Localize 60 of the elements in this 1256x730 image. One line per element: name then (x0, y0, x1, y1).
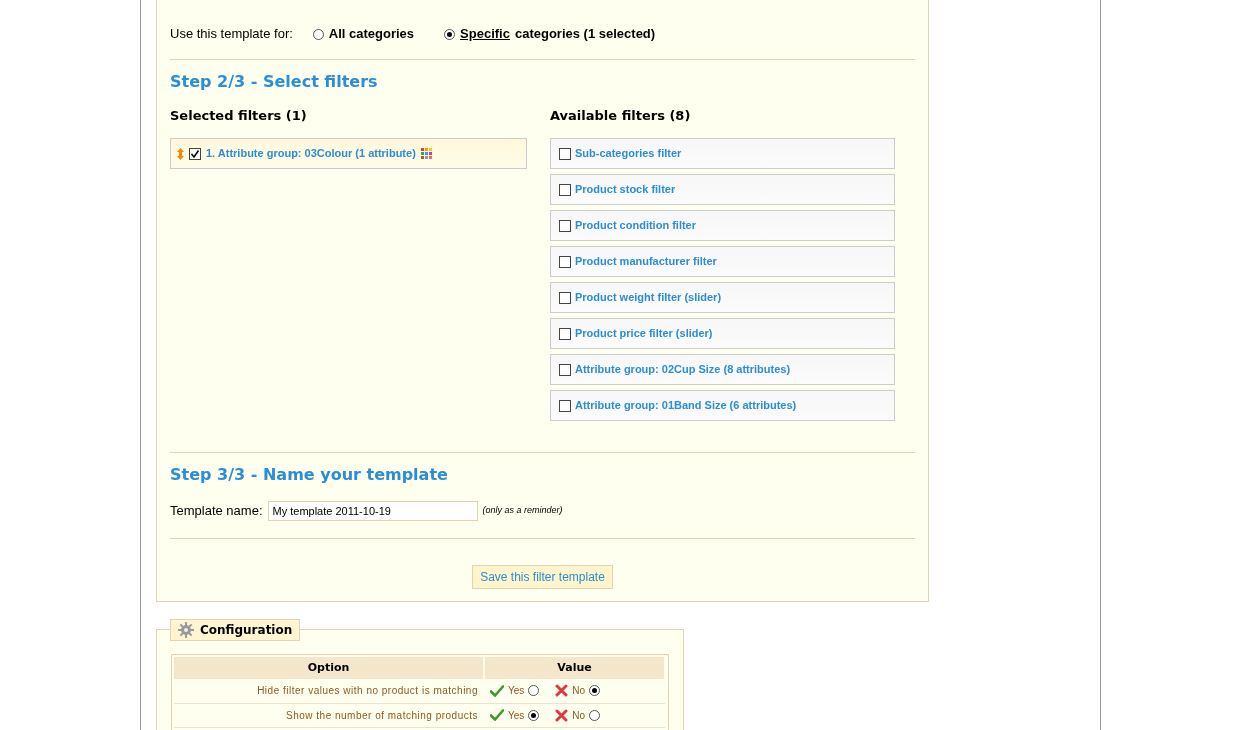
checkbox[interactable] (559, 183, 571, 196)
checkbox[interactable] (559, 219, 571, 232)
field-label: Use this template for: (170, 25, 293, 44)
checkbox[interactable] (559, 147, 571, 160)
filter-item[interactable]: Product condition filter (550, 210, 895, 241)
cross-icon (555, 708, 569, 722)
template-name-field[interactable]: My template 2011-10-19 (267, 501, 478, 521)
save-button[interactable]: Save this filter template (472, 565, 613, 589)
filter-item[interactable]: Product stock filter (550, 174, 895, 205)
filter-item[interactable]: Attribute group: 01Band Size (6 attributes) (550, 390, 895, 421)
checkbox[interactable] (559, 327, 571, 340)
option-label: categories (1 selected) (514, 25, 656, 44)
checkbox[interactable] (559, 363, 571, 376)
choice-label: Yes (508, 684, 525, 699)
gear-icon (178, 622, 194, 638)
radio-button[interactable] (528, 685, 540, 697)
filter-item[interactable]: Sub-categories filter (550, 138, 895, 169)
option-label: All categories (328, 25, 415, 44)
filter-label: Attribute group: 02Cup Size (8 attributes) (575, 362, 791, 378)
option-cell: Show the number of matching products (174, 703, 484, 727)
choice-label: Yes (508, 708, 525, 723)
filter-item[interactable]: Product price filter (slider) (550, 318, 895, 349)
filter-item[interactable]: 1. Attribute group: 03Colour (1 attribute) (170, 138, 527, 169)
filter-label: Product condition filter (575, 218, 696, 234)
choice-label: No (572, 708, 586, 723)
filter-label: Attribute group: 01Band Size (6 attributes) (575, 398, 797, 414)
option-cell: Hide filter values with no product is matching (174, 679, 484, 703)
checkbox[interactable] (559, 291, 571, 304)
filter-item[interactable]: Product manufacturer filter (550, 246, 895, 277)
radio-button[interactable] (589, 685, 601, 697)
filter-label: Sub-categories filter (575, 146, 682, 162)
radio-button[interactable] (444, 28, 456, 40)
check-icon (490, 684, 504, 697)
radio-button[interactable] (589, 709, 601, 721)
color-grid-icon (420, 148, 432, 159)
column-heading: Selected filters (1) (170, 108, 308, 124)
column-heading: Available filters (8) (550, 108, 692, 124)
check-icon (490, 709, 504, 721)
checkbox[interactable] (559, 255, 571, 268)
section-heading: Step 2/3 - Select filters (170, 72, 379, 92)
filter-label: Product price filter (slider) (575, 326, 713, 342)
option-label: Specific (460, 25, 510, 44)
radio-button[interactable] (312, 28, 324, 40)
filter-label: Product weight filter (slider) (575, 290, 722, 306)
choice-label: No (572, 684, 586, 699)
hint-text: (only as a reminder) (482, 504, 563, 518)
filter-label: Product stock filter (575, 182, 676, 198)
field-label: Template name: (170, 502, 263, 521)
column-header: Value (484, 657, 665, 679)
legend-title: Configuration (200, 622, 293, 639)
cross-icon (555, 684, 569, 698)
section-heading: Step 3/3 - Name your template (170, 465, 449, 485)
checkbox[interactable] (189, 147, 201, 160)
filter-label: 1. Attribute group: 03Colour (1 attribute) (206, 146, 416, 162)
filter-label: Product manufacturer filter (575, 254, 717, 270)
radio-button[interactable] (528, 709, 540, 721)
filter-item[interactable]: Attribute group: 02Cup Size (8 attributes) (550, 354, 895, 385)
column-header: Option (174, 657, 484, 679)
filter-item[interactable]: Product weight filter (slider) (550, 282, 895, 313)
checkbox[interactable] (559, 399, 571, 412)
